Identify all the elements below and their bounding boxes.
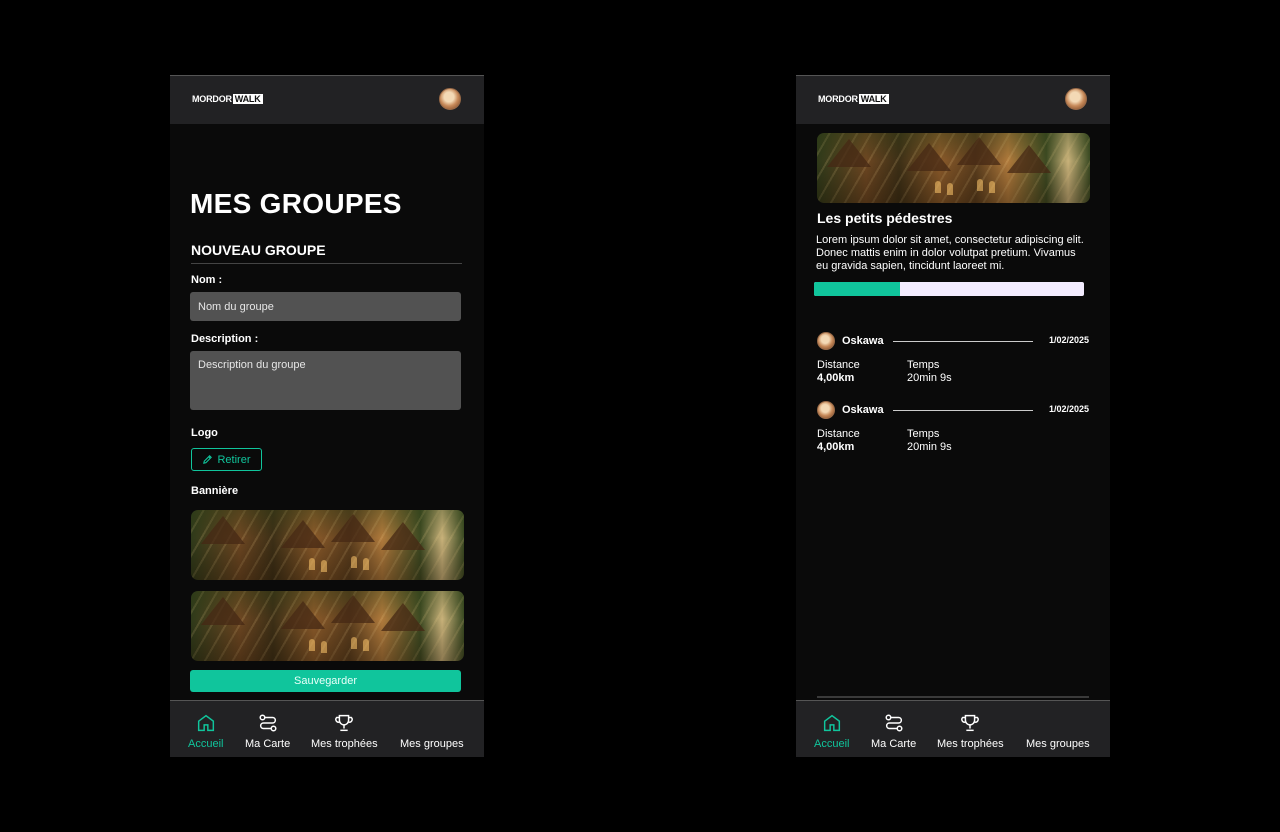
group-banner-image: [817, 133, 1090, 203]
nav-item-groups[interactable]: Mes groupes: [1026, 701, 1090, 757]
group-detail-screen: MORDOR WALK Les petits pédestres Lorem i…: [796, 75, 1110, 757]
group-progress-fill: [814, 282, 901, 296]
app-header: MORDOR WALK: [796, 76, 1110, 124]
time-label: Temps: [907, 359, 940, 371]
home-icon: [823, 714, 840, 732]
user-avatar: [817, 401, 835, 419]
nav-label-map: Ma Carte: [871, 738, 917, 750]
pencil-icon: [203, 455, 213, 464]
scroll-indicator: [817, 696, 1089, 698]
activity-entry[interactable]: Oskawa 1/02/2025 Distance 4,00km Temps 2…: [796, 401, 1110, 461]
bottom-nav: Accueil Ma Carte Mes trophées Mes groupe…: [170, 700, 484, 757]
section-title: NOUVEAU GROUPE: [191, 242, 326, 258]
time-value: 20min 9s: [907, 372, 952, 384]
distance-label: Distance: [817, 428, 860, 440]
app-logo[interactable]: MORDOR WALK: [818, 94, 889, 104]
nav-label-trophies: Mes trophées: [937, 738, 1004, 750]
nav-item-trophies[interactable]: Mes trophées: [937, 701, 1004, 757]
nav-label-home: Accueil: [188, 738, 224, 750]
nav-icon-placeholder: [1047, 712, 1069, 734]
entry-date: 1/02/2025: [1048, 335, 1089, 345]
nav-item-groups[interactable]: Mes groupes: [400, 701, 464, 757]
distance-value: 4,00km: [817, 441, 855, 453]
logo-text-mordor: MORDOR: [192, 94, 232, 104]
save-button[interactable]: Sauvegarder: [190, 670, 461, 692]
app-header: MORDOR WALK: [170, 76, 484, 124]
logo-text-walk: WALK: [858, 94, 889, 104]
app-logo[interactable]: MORDOR WALK: [192, 94, 263, 104]
remove-logo-button[interactable]: Retirer: [191, 448, 262, 471]
nav-item-home[interactable]: Accueil: [188, 701, 223, 757]
entry-divider: [893, 410, 1033, 411]
route-icon: [885, 714, 903, 732]
banner-image-current[interactable]: [191, 510, 464, 580]
remove-logo-label: Retirer: [217, 453, 251, 466]
nav-item-map[interactable]: Ma Carte: [871, 701, 916, 757]
nav-item-home[interactable]: Accueil: [814, 701, 849, 757]
user-avatar: [817, 332, 835, 350]
logo-text-mordor: MORDOR: [818, 94, 858, 104]
banner-image-option[interactable]: [191, 591, 464, 661]
name-label: Nom :: [191, 274, 223, 286]
nav-label-map: Ma Carte: [245, 738, 291, 750]
nav-item-trophies[interactable]: Mes trophées: [311, 701, 378, 757]
distance-label: Distance: [817, 359, 860, 371]
trophy-icon: [335, 714, 354, 732]
bottom-nav: Accueil Ma Carte Mes trophées Mes groupe…: [796, 700, 1110, 757]
entry-date: 1/02/2025: [1048, 404, 1089, 414]
time-value: 20min 9s: [907, 441, 952, 453]
group-description-input[interactable]: [190, 351, 461, 410]
page-title: MES GROUPES: [190, 188, 402, 219]
section-divider: [191, 263, 462, 264]
profile-avatar[interactable]: [439, 88, 461, 110]
profile-avatar[interactable]: [1065, 88, 1087, 110]
group-description: Lorem ipsum dolor sit amet, consectetur …: [816, 234, 1084, 272]
entry-user-name: Oskawa: [842, 335, 884, 347]
trophy-icon: [961, 714, 980, 732]
nav-label-home: Accueil: [814, 738, 850, 750]
route-icon: [259, 714, 277, 732]
nav-item-map[interactable]: Ma Carte: [245, 701, 290, 757]
nav-label-trophies: Mes trophées: [311, 738, 378, 750]
nav-label-groups: Mes groupes: [400, 738, 464, 750]
group-name-input[interactable]: [190, 292, 461, 321]
create-group-screen: MORDOR WALK MES GROUPES NOUVEAU GROUPE N…: [170, 75, 484, 757]
nav-icon-placeholder: [421, 712, 443, 734]
activity-entry[interactable]: Oskawa 1/02/2025 Distance 4,00km Temps 2…: [796, 332, 1110, 392]
description-label: Description :: [191, 333, 259, 345]
group-name: Les petits pédestres: [817, 210, 953, 226]
home-icon: [197, 714, 214, 732]
nav-label-groups: Mes groupes: [1026, 738, 1090, 750]
time-label: Temps: [907, 428, 940, 440]
distance-value: 4,00km: [817, 372, 855, 384]
logo-text-walk: WALK: [232, 94, 263, 104]
entry-user-name: Oskawa: [842, 404, 884, 416]
group-progress-bar: [814, 282, 1084, 296]
banner-label: Bannière: [191, 485, 239, 497]
logo-label: Logo: [191, 427, 218, 439]
entry-divider: [893, 341, 1033, 342]
